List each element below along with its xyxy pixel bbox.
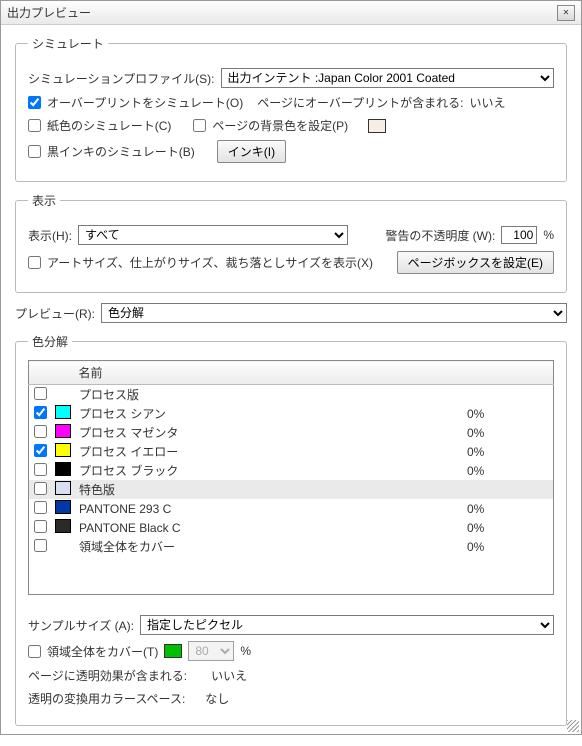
titlebar: 出力プレビュー ✕ (1, 1, 581, 25)
bgcolor-swatch[interactable] (368, 119, 386, 133)
separation-checkbox[interactable] (34, 406, 47, 419)
show-label: 表示(H): (28, 227, 72, 244)
separations-legend: 色分解 (28, 333, 72, 350)
color-swatch (55, 481, 71, 495)
transparency-value: いいえ (211, 667, 247, 684)
colorspace-label: 透明の変換用カラースペース: (28, 690, 185, 707)
table-row[interactable]: 特色版 (29, 480, 553, 499)
preview-select[interactable]: 色分解 (101, 303, 567, 323)
separation-name: プロセス版 (75, 385, 463, 404)
separation-checkbox[interactable] (34, 444, 47, 457)
artsize-checkbox[interactable] (28, 256, 41, 269)
table-row[interactable]: PANTONE 293 C0% (29, 499, 553, 518)
overprint-info-label: ページにオーバープリントが含まれる: (257, 94, 463, 111)
sample-select[interactable]: 指定したピクセル (140, 615, 554, 635)
separations-table: プロセス版プロセス シアン0%プロセス マゼンタ0%プロセス イエロー0%プロセ… (29, 385, 553, 556)
color-swatch (55, 443, 71, 457)
transparency-label: ページに透明効果が含まれる: (28, 667, 187, 684)
profile-label: シミュレーションプロファイル(S): (28, 70, 215, 87)
overprint-checkbox[interactable] (28, 96, 41, 109)
content-area: シミュレート シミュレーションプロファイル(S): 出力インテント :Japan… (1, 25, 581, 746)
sample-label: サンプルサイズ (A): (28, 617, 134, 634)
cover-label: 領域全体をカバー(T) (47, 643, 158, 660)
simulate-group: シミュレート シミュレーションプロファイル(S): 出力インテント :Japan… (15, 35, 567, 182)
separation-name: プロセス シアン (75, 404, 463, 423)
profile-select[interactable]: 出力インテント :Japan Color 2001 Coated (221, 68, 555, 88)
separation-name: PANTONE Black C (75, 518, 463, 537)
table-row[interactable]: プロセス シアン0% (29, 404, 553, 423)
color-swatch (55, 424, 71, 438)
separation-percent: 0% (463, 423, 553, 442)
separation-percent: 0% (463, 499, 553, 518)
title-text: 出力プレビュー (7, 4, 557, 21)
blackink-label: 黒インキのシミュレート(B) (47, 143, 195, 160)
blackink-checkbox[interactable] (28, 145, 41, 158)
bgcolor-checkbox[interactable] (193, 119, 206, 132)
col-name: 名前 (73, 361, 464, 385)
table-row[interactable]: プロセス版 (29, 385, 553, 404)
ink-button[interactable]: インキ(I) (217, 140, 286, 163)
cover-checkbox[interactable] (28, 645, 41, 658)
separation-name: プロセス マゼンタ (75, 423, 463, 442)
separation-name: 領域全体をカバー (75, 537, 463, 556)
separation-name: プロセス ブラック (75, 461, 463, 480)
color-swatch (55, 519, 71, 533)
separation-percent (463, 385, 553, 404)
separation-checkbox[interactable] (34, 387, 47, 400)
separation-name: 特色版 (75, 480, 463, 499)
show-select[interactable]: すべて (78, 225, 348, 245)
color-swatch (55, 462, 71, 476)
display-legend: 表示 (28, 192, 60, 209)
preview-label: プレビュー(R): (15, 305, 95, 322)
overprint-label: オーバープリントをシミュレート(O) (47, 94, 243, 111)
papercolor-checkbox[interactable] (28, 119, 41, 132)
table-row[interactable]: プロセス ブラック0% (29, 461, 553, 480)
color-swatch (55, 405, 71, 419)
table-row[interactable]: プロセス マゼンタ0% (29, 423, 553, 442)
separation-percent (463, 480, 553, 499)
bgcolor-label: ページの背景色を設定(P) (212, 117, 348, 134)
separation-checkbox[interactable] (34, 482, 47, 495)
opacity-percent: % (543, 228, 554, 242)
resize-grip-icon[interactable] (567, 720, 579, 732)
color-swatch (55, 500, 71, 514)
colorspace-value: なし (205, 690, 229, 707)
separations-header: 名前 (28, 360, 554, 385)
close-icon[interactable]: ✕ (557, 5, 575, 21)
separation-percent: 0% (463, 404, 553, 423)
display-group: 表示 表示(H): すべて 警告の不透明度 (W): % アートサイズ、仕上がり… (15, 192, 567, 293)
table-row[interactable]: 領域全体をカバー0% (29, 537, 553, 556)
pagebox-button[interactable]: ページボックスを設定(E) (397, 251, 554, 274)
separation-name: PANTONE 293 C (75, 499, 463, 518)
separations-group: 色分解 名前 プロセス版プロセス シアン0%プロセス マゼンタ0%プロセス イエ… (15, 333, 567, 726)
separation-percent: 0% (463, 461, 553, 480)
separation-checkbox[interactable] (34, 425, 47, 438)
cover-value-select: 80 (188, 641, 234, 661)
cover-color-swatch[interactable] (164, 644, 182, 658)
separation-percent: 0% (463, 518, 553, 537)
simulate-legend: シミュレート (28, 35, 108, 52)
table-row[interactable]: PANTONE Black C0% (29, 518, 553, 537)
cover-percent: % (240, 644, 251, 658)
opacity-label: 警告の不透明度 (W): (385, 227, 495, 244)
opacity-input[interactable] (501, 226, 537, 244)
separation-name: プロセス イエロー (75, 442, 463, 461)
separation-percent: 0% (463, 537, 553, 556)
separation-percent: 0% (463, 442, 553, 461)
papercolor-label: 紙色のシミュレート(C) (47, 117, 171, 134)
artsize-label: アートサイズ、仕上がりサイズ、裁ち落としサイズを表示(X) (47, 254, 373, 271)
table-row[interactable]: プロセス イエロー0% (29, 442, 553, 461)
output-preview-window: 出力プレビュー ✕ シミュレート シミュレーションプロファイル(S): 出力イン… (0, 0, 582, 735)
overprint-info-value: いいえ (470, 94, 506, 111)
separation-checkbox[interactable] (34, 463, 47, 476)
separation-checkbox[interactable] (34, 520, 47, 533)
separation-checkbox[interactable] (34, 501, 47, 514)
separation-checkbox[interactable] (34, 539, 47, 552)
